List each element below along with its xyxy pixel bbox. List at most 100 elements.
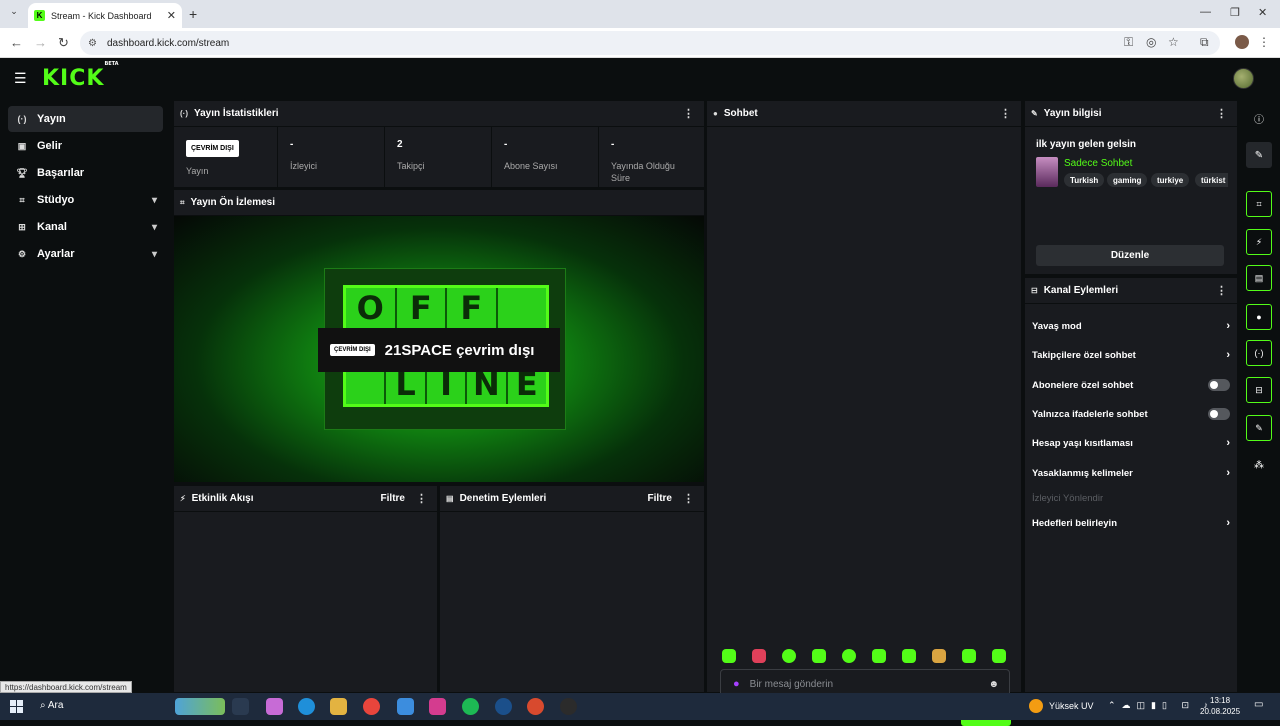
emote-icon[interactable] bbox=[752, 649, 766, 663]
channel-actions-panel: ⊟ Kanal Eylemleri ⋮ Yavaş mod › Takipçil… bbox=[1025, 278, 1237, 692]
browser-tab[interactable]: K Stream - Kick Dashboard ✕ bbox=[28, 3, 182, 28]
studio-icon: ⌗ bbox=[19, 194, 25, 205]
key-icon[interactable]: ⚿ bbox=[1124, 35, 1133, 50]
action-followers-only[interactable]: Takipçilere özel sohbet › bbox=[1032, 345, 1230, 365]
subscribers-only-toggle[interactable] bbox=[1208, 379, 1230, 391]
minimize-icon[interactable]: — bbox=[1200, 6, 1211, 18]
notification-icon[interactable]: ▭ bbox=[1254, 699, 1263, 710]
more-options-icon[interactable]: ⋮ bbox=[416, 492, 427, 505]
file-explorer-icon[interactable] bbox=[330, 698, 347, 715]
copilot-icon[interactable] bbox=[266, 698, 283, 715]
emoji-icon[interactable]: ☻ bbox=[988, 679, 999, 690]
emote-icon[interactable] bbox=[902, 649, 916, 663]
filter-button[interactable]: Filtre bbox=[381, 493, 405, 504]
forward-icon[interactable]: → bbox=[34, 35, 47, 50]
url-field[interactable]: ⚙ dashboard.kick.com/stream bbox=[80, 31, 1220, 55]
chat-widget-icon[interactable]: ● bbox=[1246, 304, 1272, 330]
reload-icon[interactable]: ↻ bbox=[58, 35, 69, 51]
more-options-icon[interactable]: ⋮ bbox=[1216, 107, 1227, 120]
task-view-icon[interactable] bbox=[232, 698, 249, 715]
app-header: ☰ KICKBETA bbox=[0, 58, 1280, 98]
windows-start-icon[interactable] bbox=[10, 700, 23, 713]
stream-stats-panel: (·) Yayın İstatistikleri ⋮ ÇEVRİM DIŞI Y… bbox=[174, 101, 704, 187]
emote-icon[interactable] bbox=[722, 649, 736, 663]
kick-logo[interactable]: KICKBETA bbox=[42, 61, 119, 91]
wrench-widget-icon[interactable]: ✎ bbox=[1246, 415, 1272, 441]
weather-widget[interactable]: Yüksek UV bbox=[1029, 699, 1094, 713]
document-widget-icon[interactable]: ▤ bbox=[1246, 265, 1272, 291]
emote-icon[interactable] bbox=[812, 649, 826, 663]
app-icon[interactable] bbox=[397, 698, 414, 715]
broadcast-widget-icon[interactable]: (·) bbox=[1246, 340, 1272, 366]
search-highlight-image[interactable] bbox=[175, 698, 225, 715]
emote-icon[interactable] bbox=[842, 649, 856, 663]
sidebar-item-studyo[interactable]: ⌗ Stüdyo ▾ bbox=[8, 187, 163, 213]
filter-button[interactable]: Filtre bbox=[648, 493, 672, 504]
sidebar-item-yayin[interactable]: (·) Yayın bbox=[8, 106, 163, 132]
category-name[interactable]: Sadece Sohbet bbox=[1064, 158, 1132, 169]
document-icon: ▤ bbox=[446, 494, 454, 503]
extensions-icon[interactable]: ⧉ bbox=[1200, 35, 1209, 50]
emote-icon[interactable] bbox=[962, 649, 976, 663]
stat-value: 2 bbox=[397, 139, 403, 150]
back-icon[interactable]: ← bbox=[10, 35, 23, 50]
sidebar-item-ayarlar[interactable]: ⚙ Ayarlar ▾ bbox=[8, 241, 163, 267]
offline-badge: ÇEVRİM DIŞI bbox=[186, 140, 239, 157]
taskbar-search[interactable]: ⌕ Ara bbox=[40, 700, 63, 711]
info-icon[interactable]: ⓘ bbox=[1246, 105, 1272, 131]
broadcast-icon: (·) bbox=[180, 109, 188, 118]
action-account-age[interactable]: Hesap yaşı kısıtlaması › bbox=[1032, 433, 1230, 453]
browser-menu-icon[interactable]: ⋮ bbox=[1258, 35, 1270, 49]
restore-icon[interactable]: ❐ bbox=[1230, 6, 1240, 19]
more-options-icon[interactable]: ⋮ bbox=[1000, 107, 1011, 120]
user-avatar[interactable] bbox=[1233, 68, 1254, 89]
chrome-icon[interactable] bbox=[363, 698, 380, 715]
more-options-icon[interactable]: ⋮ bbox=[683, 492, 694, 505]
sidebar-item-gelir[interactable]: ▣ Gelir bbox=[8, 133, 163, 159]
site-info-icon[interactable]: ⚙ bbox=[88, 38, 97, 49]
app-icon[interactable] bbox=[527, 698, 544, 715]
close-tab-icon[interactable]: ✕ bbox=[167, 9, 176, 22]
emotes-only-toggle[interactable] bbox=[1208, 408, 1230, 420]
emote-icon[interactable] bbox=[932, 649, 946, 663]
instagram-icon[interactable] bbox=[429, 698, 446, 715]
app-icon[interactable] bbox=[560, 698, 577, 715]
hamburger-menu-icon[interactable]: ☰ bbox=[14, 70, 27, 87]
action-banned-words[interactable]: Yasaklanmış kelimeler › bbox=[1032, 463, 1230, 483]
pencil-icon[interactable]: ✎ bbox=[1246, 142, 1272, 168]
sidebar-item-kanal[interactable]: ⊞ Kanal ▾ bbox=[8, 214, 163, 240]
lightning-widget-icon[interactable]: ⚡︎ bbox=[1246, 229, 1272, 255]
spotify-icon[interactable] bbox=[462, 698, 479, 715]
stat-label: Yayında Olduğu Süre bbox=[611, 161, 675, 183]
browser-profile-avatar[interactable] bbox=[1235, 35, 1249, 49]
add-widget-icon[interactable]: ⁂ bbox=[1246, 452, 1272, 478]
channel-widget-icon[interactable]: ⊟ bbox=[1246, 377, 1272, 403]
action-label: İzleyici Yönlendir bbox=[1032, 492, 1104, 504]
edge-icon[interactable] bbox=[298, 698, 315, 715]
edit-button[interactable]: Düzenle bbox=[1036, 245, 1224, 266]
emote-icon[interactable] bbox=[782, 649, 796, 663]
emote-icon[interactable] bbox=[992, 649, 1006, 663]
new-tab-icon[interactable]: + bbox=[189, 6, 197, 22]
taskbar-clock[interactable]: 13:18 20.08.2025 bbox=[1200, 695, 1240, 717]
stream-tag: turkiye bbox=[1151, 173, 1190, 187]
emote-icon[interactable] bbox=[872, 649, 886, 663]
stat-viewers: - İzleyici bbox=[278, 127, 385, 187]
more-options-icon[interactable]: ⋮ bbox=[1216, 284, 1227, 297]
eye-off-icon[interactable]: ◎ bbox=[1146, 35, 1156, 49]
tab-search-icon[interactable]: ⌄ bbox=[6, 6, 22, 22]
preview-widget-icon[interactable]: ⌗ bbox=[1246, 191, 1272, 217]
sidebar-item-basarilar[interactable]: 🏆︎ Başarılar bbox=[8, 160, 163, 186]
system-tray[interactable]: ⌃☁◫▮▯ ⊡ ♪ bbox=[1108, 700, 1214, 711]
action-set-goals[interactable]: Hedefleri belirleyin › bbox=[1032, 513, 1230, 533]
url-text: dashboard.kick.com/stream bbox=[106, 37, 230, 49]
steam-icon[interactable] bbox=[495, 698, 512, 715]
stat-value: - bbox=[611, 139, 615, 150]
more-options-icon[interactable]: ⋮ bbox=[683, 107, 694, 120]
action-label: Takipçilere özel sohbet bbox=[1032, 349, 1136, 361]
close-window-icon[interactable]: ✕ bbox=[1258, 6, 1267, 19]
microphone-icon[interactable]: ● bbox=[733, 678, 740, 690]
sidebar-item-label: Stüdyo bbox=[37, 194, 75, 206]
bookmark-star-icon[interactable]: ☆ bbox=[1168, 35, 1179, 49]
action-slow-mode[interactable]: Yavaş mod › bbox=[1032, 316, 1230, 336]
